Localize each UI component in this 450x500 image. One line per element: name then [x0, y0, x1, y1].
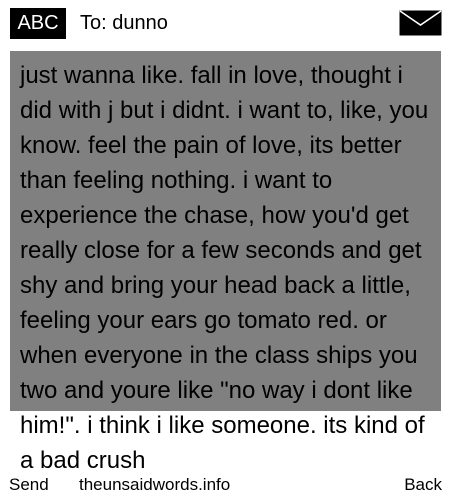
message-body: just wanna like. fall in love, thought i…	[20, 62, 429, 474]
input-mode-badge[interactable]: ABC	[10, 8, 66, 39]
compose-screen: ABC To: dunno just wanna like. fall in l…	[0, 0, 450, 500]
recipient-field[interactable]: To: dunno	[80, 8, 168, 39]
back-button[interactable]: Back	[404, 473, 442, 497]
send-button[interactable]: Send	[9, 473, 49, 497]
compose-header: ABC To: dunno	[0, 0, 450, 46]
envelope-icon	[399, 10, 442, 36]
softkey-bar: Send theunsaidwords.info Back	[0, 473, 450, 497]
watermark-label: theunsaidwords.info	[79, 475, 231, 494]
